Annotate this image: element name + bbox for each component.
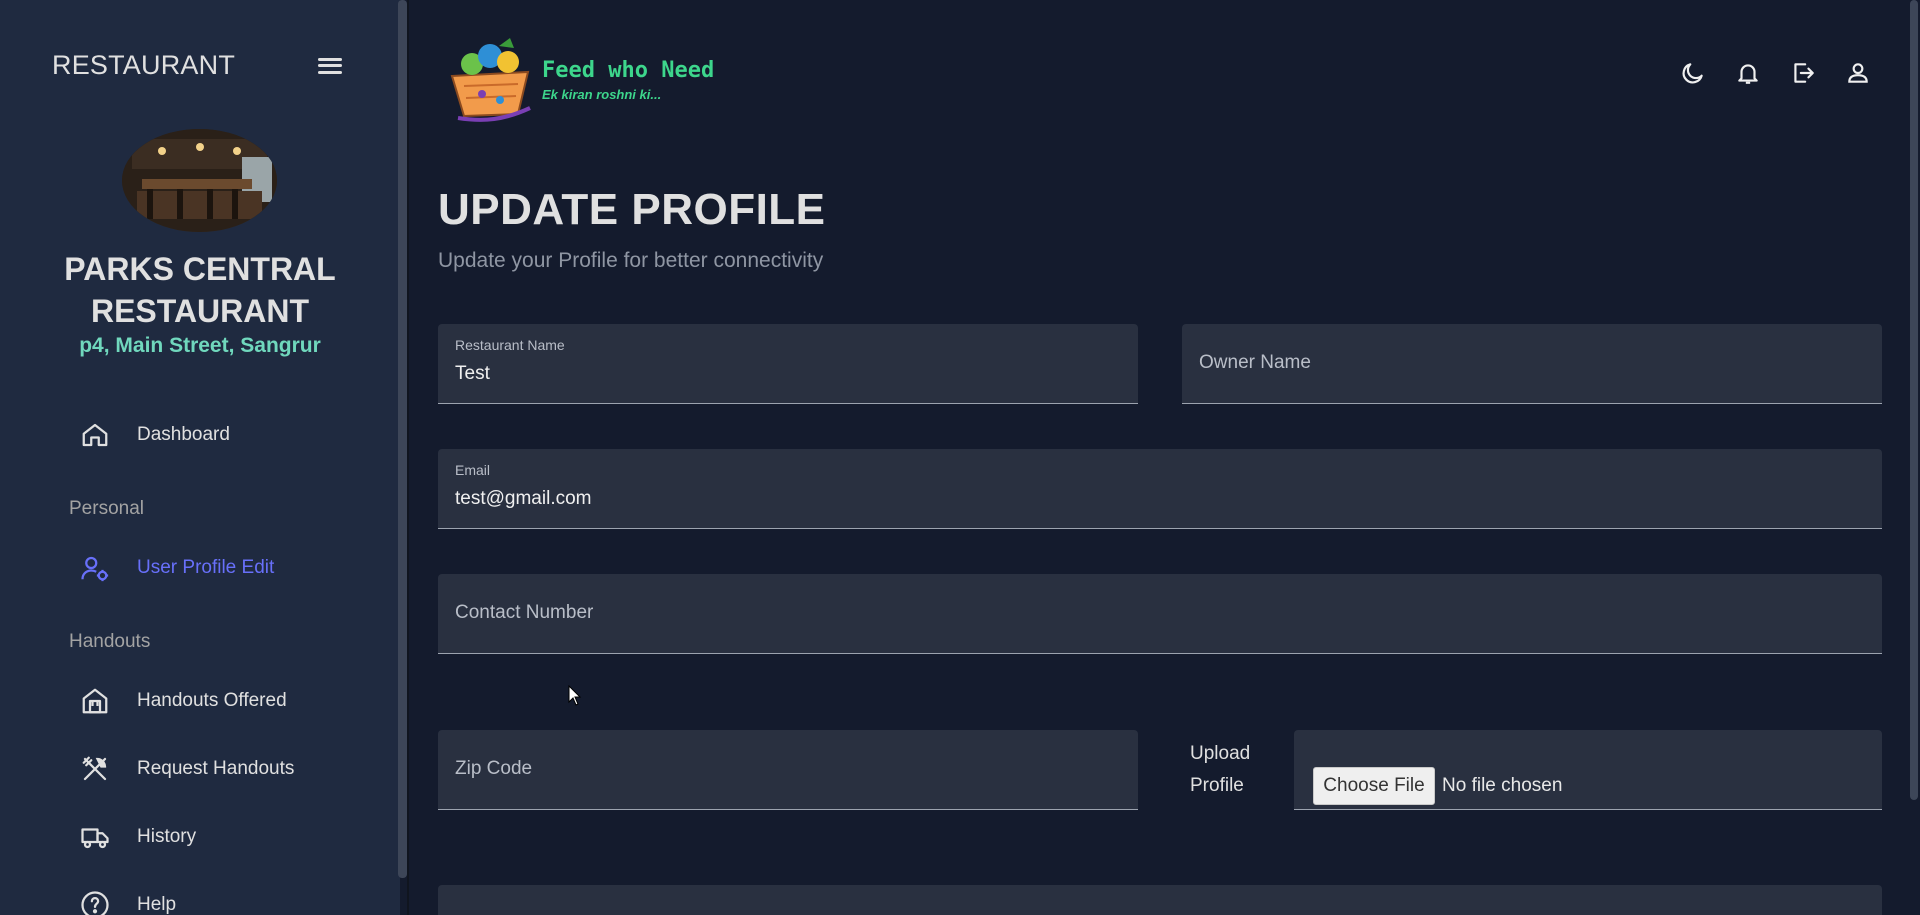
page-title: UPDATE PROFILE [438,185,826,234]
restaurant-name-value: Test [455,363,490,384]
help-icon [80,890,110,915]
sidebar-item-dashboard[interactable]: Dashboard [80,420,230,450]
sidebar-item-request-handouts[interactable]: Request Handouts [80,754,294,784]
sidebar-item-label: User Profile Edit [137,557,275,578]
hamburger-menu-icon[interactable] [318,56,342,76]
section-handouts: Handouts [69,631,151,652]
sidebar-item-label: Request Handouts [137,758,295,779]
next-field[interactable] [438,885,1882,915]
logo-text: Feed who Need Ek kiran roshni ki... [542,58,714,102]
bell-icon[interactable] [1735,58,1761,88]
upload-label-line2: Profile [1190,775,1244,796]
org-name-line1: PARKS CENTRAL [64,251,336,287]
sidebar-item-help[interactable]: Help [80,890,176,915]
zip-code-placeholder: Zip Code [455,758,533,779]
file-status-text: No file chosen [1442,775,1563,796]
sidebar-scrollbar[interactable] [398,0,407,878]
contact-number-placeholder: Contact Number [455,602,594,623]
logo-tagline: Ek kiran roshni ki... [542,87,662,102]
sidebar-item-label: History [137,826,197,847]
org-name-line2: RESTAURANT [90,293,310,329]
restaurant-name-field[interactable]: Restaurant Name Test [438,324,1138,404]
home-icon [80,420,110,450]
sidebar-item-label: Help [137,894,177,915]
restaurant-address: p4, Main Street, Sangrur [79,334,321,357]
sidebar-item-handouts-offered[interactable]: Handouts Offered [80,686,287,716]
logout-icon[interactable] [1790,58,1816,88]
restaurant-avatar [122,129,277,232]
mouse-cursor-icon [568,685,582,706]
user-settings-icon [80,553,110,583]
food-basket-logo-icon [450,38,531,122]
moon-icon[interactable] [1680,58,1706,88]
restaurant-name-label: Restaurant Name [455,337,565,353]
sidebar-item-label: Handouts Offered [137,690,287,711]
feed-who-need-logo[interactable]: Feed who Need Ek kiran roshni ki... [444,34,714,122]
upload-profile-label: Upload Profile [1190,738,1250,802]
email-label: Email [455,462,491,478]
user-icon[interactable] [1845,58,1871,88]
upload-label-line1: Upload [1190,743,1251,764]
sidebar-item-history[interactable]: History [80,822,196,852]
store-icon [80,686,110,716]
owner-name-placeholder: Owner Name [1199,352,1311,373]
restaurant-name-heading: PARKS CENTRAL RESTAURANT [0,248,400,332]
email-value: test@gmail.com [455,488,592,509]
main-scrollbar[interactable] [1910,0,1918,800]
page-subtitle: Update your Profile for better connectiv… [438,249,824,272]
sidebar-divider [407,0,409,915]
sidebar-header: RESTAURANT [52,50,342,81]
choose-file-button[interactable]: Choose File [1313,767,1435,805]
zip-code-field[interactable]: Zip Code [438,730,1138,810]
utensils-icon [80,754,110,784]
owner-name-field[interactable]: Owner Name [1182,324,1882,404]
contact-number-field[interactable]: Contact Number [438,574,1882,654]
truck-icon [80,822,110,852]
brand-title: RESTAURANT [52,50,236,80]
sidebar: RESTAURANT PARKS CENTRAL RESTAURANT p4, … [0,0,400,915]
restaurant-photo-image [122,129,277,232]
logo-title: Feed who Need [542,58,715,83]
top-toolbar [1680,58,1871,88]
sidebar-item-user-profile-edit[interactable]: User Profile Edit [80,553,274,583]
section-personal: Personal [69,498,144,519]
sidebar-item-label: Dashboard [137,424,230,445]
email-field[interactable]: Email test@gmail.com [438,449,1882,529]
